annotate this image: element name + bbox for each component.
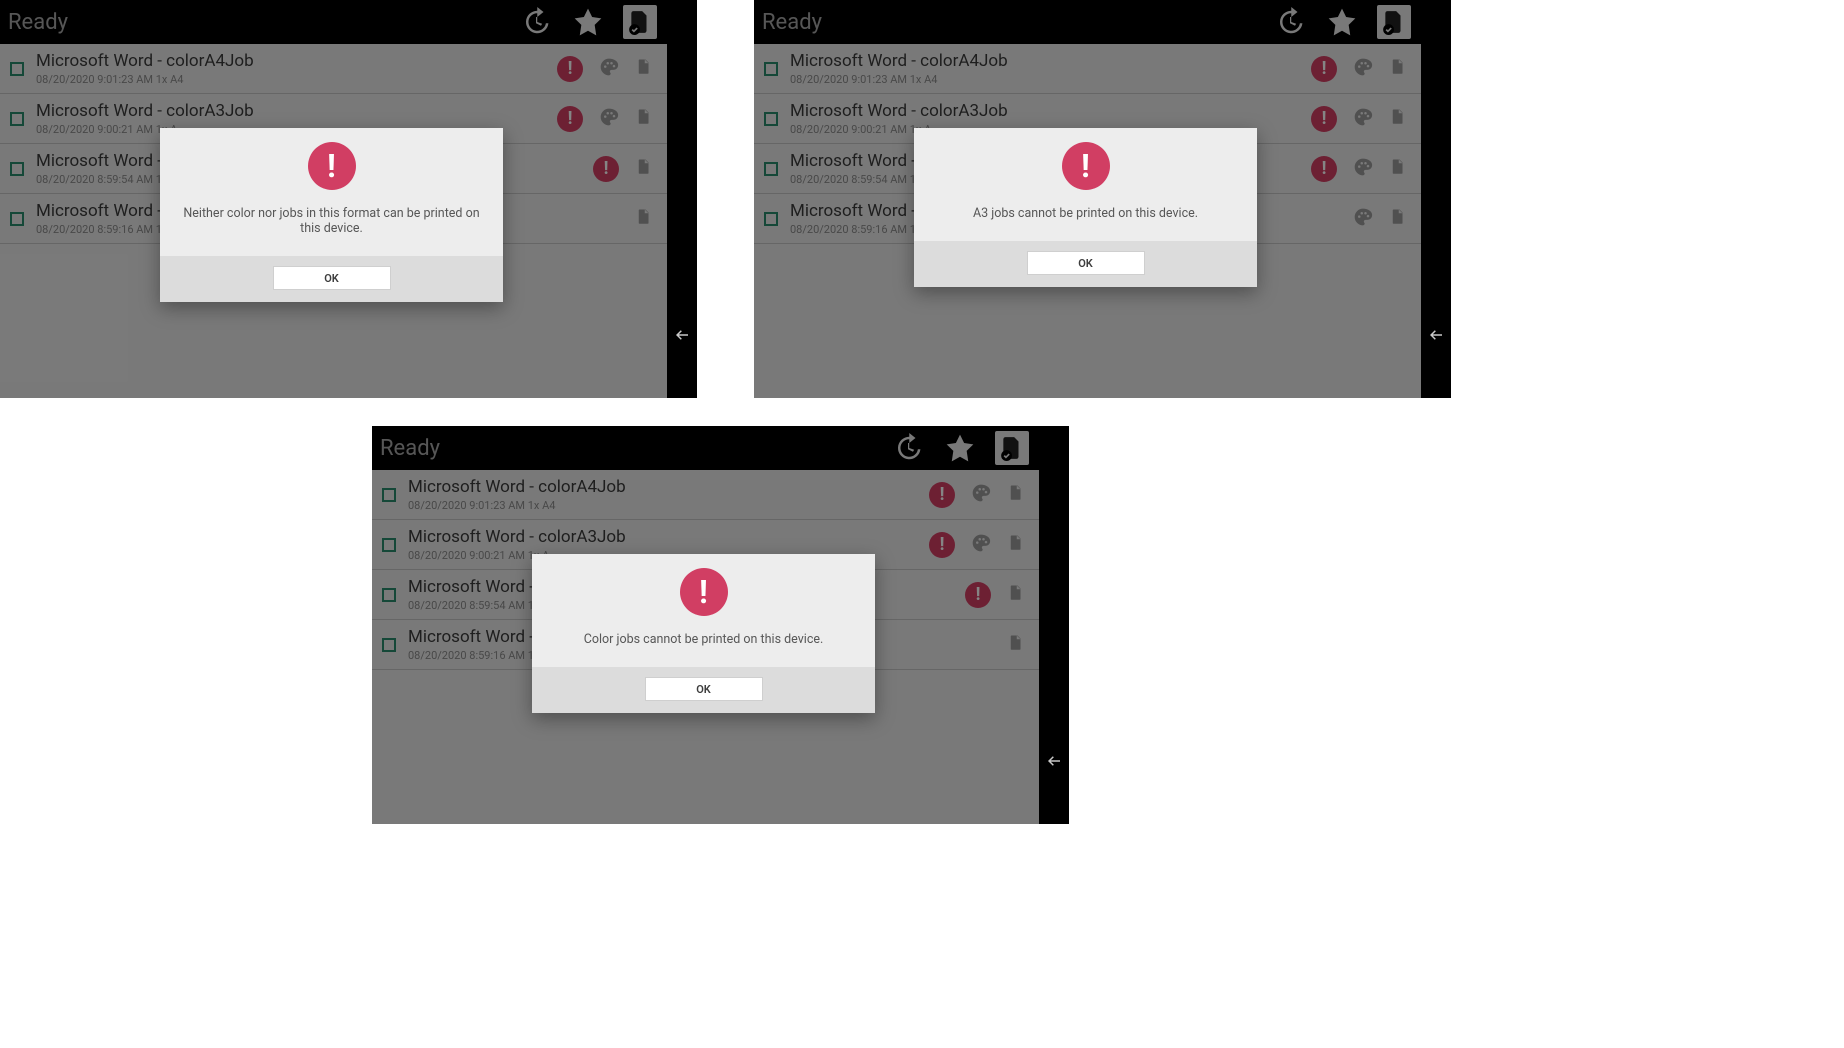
palette-icon bbox=[599, 107, 619, 131]
checkbox[interactable] bbox=[10, 62, 24, 76]
palette-icon bbox=[1353, 107, 1373, 131]
alert-icon: ! bbox=[1311, 106, 1337, 132]
palette-icon bbox=[1353, 157, 1373, 181]
panel-1: Ready Microsoft Word - colorA4Job 08/20/… bbox=[0, 0, 697, 398]
user-icon[interactable] bbox=[673, 50, 691, 72]
nav-sidebar bbox=[667, 0, 697, 398]
history-icon[interactable] bbox=[891, 431, 925, 465]
job-title: Microsoft Word - colorA3Job bbox=[408, 527, 929, 547]
document-icon bbox=[1007, 533, 1025, 557]
back-icon[interactable] bbox=[1427, 326, 1445, 348]
star-icon[interactable] bbox=[571, 5, 605, 39]
document-check-icon[interactable] bbox=[623, 5, 657, 39]
alert-icon: ! bbox=[593, 156, 619, 182]
job-title: Microsoft Word - colorA4Job bbox=[36, 51, 557, 71]
checkbox[interactable] bbox=[382, 588, 396, 602]
nav-sidebar bbox=[1039, 426, 1069, 824]
document-icon bbox=[1389, 57, 1407, 81]
checkbox[interactable] bbox=[382, 638, 396, 652]
palette-icon bbox=[971, 483, 991, 507]
grid-icon[interactable] bbox=[839, 431, 873, 465]
ok-button[interactable]: OK bbox=[645, 677, 763, 701]
ok-button[interactable]: OK bbox=[273, 266, 391, 290]
job-title: Microsoft Word - colorA4Job bbox=[790, 51, 1311, 71]
home-icon[interactable] bbox=[1427, 188, 1445, 210]
topbar: Ready bbox=[754, 0, 1421, 44]
alert-icon: ! bbox=[1311, 56, 1337, 82]
ok-button[interactable]: OK bbox=[1027, 251, 1145, 275]
panel-3: Ready Microsoft Word - colorA4Job 08/20/… bbox=[372, 426, 1069, 824]
alert-icon: ! bbox=[557, 56, 583, 82]
error-dialog: ! Color jobs cannot be printed on this d… bbox=[532, 554, 875, 713]
checkbox[interactable] bbox=[382, 538, 396, 552]
dialog-alert-icon: ! bbox=[308, 142, 356, 190]
job-title: Microsoft Word - colorA3Job bbox=[790, 101, 1311, 121]
checkbox[interactable] bbox=[382, 488, 396, 502]
job-title: Microsoft Word - colorA3Job bbox=[36, 101, 557, 121]
document-icon bbox=[635, 207, 653, 231]
checkbox[interactable] bbox=[764, 62, 778, 76]
alert-icon: ! bbox=[557, 106, 583, 132]
document-icon bbox=[1389, 157, 1407, 181]
document-icon bbox=[1007, 583, 1025, 607]
checkbox[interactable] bbox=[764, 162, 778, 176]
document-icon bbox=[635, 157, 653, 181]
error-dialog: ! A3 jobs cannot be printed on this devi… bbox=[914, 128, 1257, 287]
palette-icon bbox=[1353, 57, 1373, 81]
checkbox[interactable] bbox=[764, 112, 778, 126]
home-icon[interactable] bbox=[673, 188, 691, 210]
job-meta: 08/20/2020 9:01:23 AM 1x A4 bbox=[36, 73, 557, 86]
back-icon[interactable] bbox=[1045, 752, 1063, 774]
back-icon[interactable] bbox=[673, 326, 691, 348]
dialog-message: Color jobs cannot be printed on this dev… bbox=[578, 632, 830, 653]
nav-sidebar bbox=[1421, 0, 1451, 398]
document-icon bbox=[1007, 483, 1025, 507]
job-meta: 08/20/2020 9:01:23 AM 1x A4 bbox=[790, 73, 1311, 86]
topbar: Ready bbox=[372, 426, 1039, 470]
document-icon bbox=[635, 107, 653, 131]
job-row[interactable]: Microsoft Word - colorA4Job 08/20/2020 9… bbox=[0, 44, 667, 94]
checkbox[interactable] bbox=[764, 212, 778, 226]
status-text: Ready bbox=[8, 10, 467, 35]
document-icon bbox=[1389, 207, 1407, 231]
checkbox[interactable] bbox=[10, 212, 24, 226]
grid-icon[interactable] bbox=[467, 5, 501, 39]
dialog-alert-icon: ! bbox=[1062, 142, 1110, 190]
alert-icon: ! bbox=[929, 532, 955, 558]
document-check-icon[interactable] bbox=[995, 431, 1029, 465]
palette-icon bbox=[599, 57, 619, 81]
job-meta: 08/20/2020 9:01:23 AM 1x A4 bbox=[408, 499, 929, 512]
alert-icon: ! bbox=[1311, 156, 1337, 182]
document-icon bbox=[1389, 107, 1407, 131]
panel-2: Ready Microsoft Word - colorA4Job 08/20/… bbox=[754, 0, 1451, 398]
checkbox[interactable] bbox=[10, 112, 24, 126]
star-icon[interactable] bbox=[1325, 5, 1359, 39]
document-check-icon[interactable] bbox=[1377, 5, 1411, 39]
dialog-message: Neither color nor jobs in this format ca… bbox=[172, 206, 491, 242]
checkbox[interactable] bbox=[10, 162, 24, 176]
home-icon[interactable] bbox=[1045, 614, 1063, 636]
topbar: Ready bbox=[0, 0, 667, 44]
error-dialog: ! Neither color nor jobs in this format … bbox=[160, 128, 503, 302]
status-text: Ready bbox=[762, 10, 1221, 35]
history-icon[interactable] bbox=[519, 5, 553, 39]
alert-icon: ! bbox=[929, 482, 955, 508]
dialog-alert-icon: ! bbox=[680, 568, 728, 616]
job-row[interactable]: Microsoft Word - colorA4Job 08/20/2020 9… bbox=[754, 44, 1421, 94]
status-text: Ready bbox=[380, 436, 839, 461]
history-icon[interactable] bbox=[1273, 5, 1307, 39]
user-icon[interactable] bbox=[1427, 50, 1445, 72]
job-row[interactable]: Microsoft Word - colorA4Job 08/20/2020 9… bbox=[372, 470, 1039, 520]
palette-icon bbox=[1353, 207, 1373, 231]
document-icon bbox=[1007, 633, 1025, 657]
job-title: Microsoft Word - colorA4Job bbox=[408, 477, 929, 497]
palette-icon bbox=[971, 533, 991, 557]
grid-icon[interactable] bbox=[1221, 5, 1255, 39]
alert-icon: ! bbox=[965, 582, 991, 608]
star-icon[interactable] bbox=[943, 431, 977, 465]
dialog-message: A3 jobs cannot be printed on this device… bbox=[967, 206, 1204, 227]
user-icon[interactable] bbox=[1045, 476, 1063, 498]
document-icon bbox=[635, 57, 653, 81]
